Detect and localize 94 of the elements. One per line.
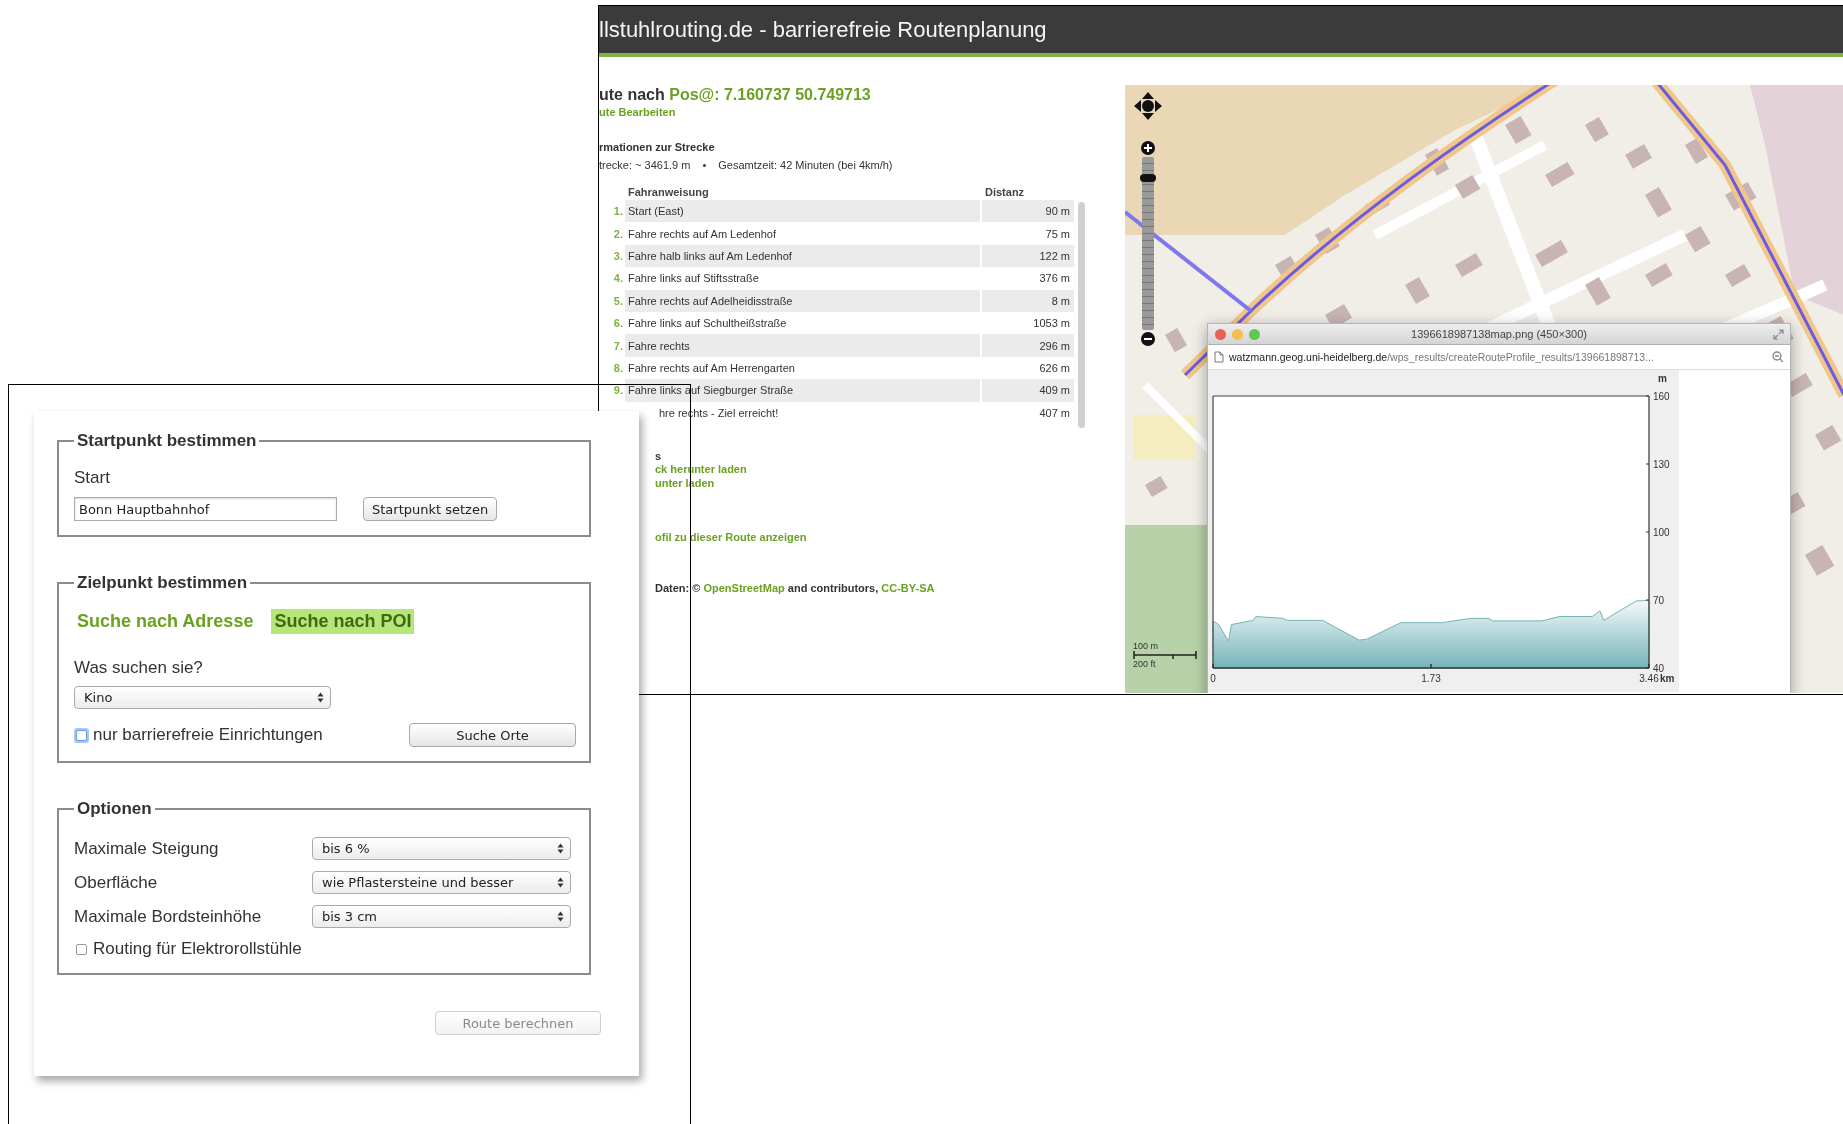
table-cell: Fahre rechts auf Adelheidisstraße	[625, 289, 980, 312]
scale-bar-icon	[1133, 651, 1197, 659]
axis-label: 1.73	[1421, 673, 1441, 684]
attribution-text: Daten: © OpenStreetMap and contributors, CC-BY-SA	[655, 582, 935, 594]
pan-arrows-icon[interactable]	[1133, 91, 1163, 121]
table-cell: 409 m	[982, 379, 1074, 402]
axis-label: 100	[1653, 527, 1670, 538]
table-cell-text: 626 m	[1038, 360, 1071, 376]
bullet: •	[702, 159, 707, 171]
document-icon	[1214, 351, 1224, 363]
table-cell: Start (East)	[625, 200, 980, 223]
axis-title: m	[1658, 373, 1667, 384]
page-title: llstuhlrouting.de - barrierefreie Routenplanung	[599, 16, 1047, 43]
axis-title: km	[1660, 673, 1675, 684]
search-tab[interactable]: Suche nach Adresse	[74, 609, 257, 634]
license-link[interactable]: CC-BY-SA	[881, 582, 935, 594]
step-number: 7.	[612, 338, 623, 354]
table-cell-text: 376 m	[1038, 271, 1071, 287]
table-cell-text: Fahre links auf Schultheißstraße	[627, 316, 788, 332]
zoom-out-icon[interactable]	[1141, 332, 1155, 346]
table-cell-text: Fahre rechts auf Am Herrengarten	[627, 360, 796, 376]
table-cell-text: Fahre rechts auf Am Ledenhof	[627, 226, 777, 242]
axis-label: 3.46	[1639, 673, 1659, 684]
column-header: Fahranweisung	[627, 184, 710, 200]
table-cell: Fahre rechts	[625, 334, 980, 357]
updown-arrows-icon	[317, 692, 324, 703]
slider-thumb[interactable]	[1140, 173, 1156, 182]
building	[1455, 175, 1481, 199]
scrollbar[interactable]	[1078, 202, 1085, 428]
section-heading: s	[655, 450, 662, 462]
step-number: 2.	[612, 226, 623, 242]
building	[1275, 256, 1298, 278]
route-stat: Gesamtzeit: 42 Minuten (bei 4km/h)	[718, 159, 893, 171]
close-button[interactable]	[1215, 328, 1226, 340]
table-cell: 90 m	[982, 200, 1074, 223]
step-number: 4.	[612, 271, 623, 287]
table-cell-text: 1053 m	[1032, 316, 1071, 332]
field-label: Start	[74, 468, 111, 488]
updown-arrows-icon	[557, 877, 564, 888]
osm-link[interactable]: OpenStreetMap	[703, 582, 785, 594]
updown-arrows-icon	[557, 843, 564, 854]
dropdown[interactable]: Kino	[74, 686, 331, 709]
table-cell: 8 m	[982, 289, 1074, 312]
checkbox[interactable]	[76, 943, 87, 955]
table-cell: 296 m	[982, 334, 1074, 357]
column-header: Distanz	[984, 184, 1026, 200]
search-icon[interactable]	[1772, 351, 1784, 363]
section-title: Zielpunkt bestimmen	[76, 573, 249, 593]
step-number: 9.	[612, 383, 623, 399]
start-field[interactable]: Bonn Hauptbahnhof	[74, 497, 337, 521]
dropdown[interactable]: wie Pflastersteine und besser	[312, 871, 571, 894]
axis-label: 70	[1653, 595, 1665, 606]
table-cell: Fahre halb links auf Am Ledenhof	[625, 244, 980, 268]
axis-label: 40	[1653, 663, 1665, 674]
option-label: Maximale Steigung	[74, 838, 220, 859]
updown-arrows-icon	[557, 911, 564, 922]
zoom-in-icon[interactable]	[1141, 141, 1155, 155]
section-title: Startpunkt bestimmen	[76, 431, 258, 451]
table-cell-text: 407 m	[1038, 405, 1071, 421]
dropdown[interactable]: bis 3 cm	[312, 905, 571, 928]
parking-area	[1133, 415, 1195, 460]
search-tab[interactable]: Suche nach POI	[271, 609, 415, 634]
axis-label: 130	[1653, 459, 1670, 470]
option-label: Oberfläche	[74, 872, 159, 893]
section-title: Optionen	[76, 799, 153, 819]
edit-route-link[interactable]: ute Bearbeiten	[599, 105, 676, 119]
table-cell-text: 75 m	[1044, 226, 1071, 242]
search-places-button[interactable]: Suche Orte	[409, 723, 576, 747]
step-number: 8.	[612, 360, 623, 376]
route-stat: trecke: ~ 3461.9 m	[599, 159, 691, 171]
scale-label: 100 m	[1133, 641, 1158, 651]
step-number: 6.	[612, 316, 623, 332]
url-text: watzmann.geog.uni-heidelberg.de/wps_results/createRouteProfile_results/139661898713...	[1229, 351, 1654, 363]
axis-label: 160	[1653, 391, 1670, 402]
axis-label: 0	[1210, 673, 1216, 684]
step-number: 3.	[612, 248, 623, 264]
step-number: 1.	[612, 204, 623, 220]
option-label: Maximale Bordsteinhöhe	[74, 906, 263, 927]
expand-icon[interactable]	[1773, 328, 1784, 340]
table-cell-text: Fahre links auf Stiftsstraße	[627, 271, 760, 287]
checkbox-label: nur barrierefreie Einrichtungen	[93, 725, 323, 745]
table-cell: 122 m	[982, 244, 1074, 268]
field-label: Was suchen sie?	[74, 658, 204, 678]
checkbox-label: Routing für Elektrorollstühle	[93, 939, 302, 959]
dropdown[interactable]: bis 6 %	[312, 837, 571, 860]
zoom-button[interactable]	[1249, 328, 1260, 340]
set-start-button[interactable]: Startpunkt setzen	[363, 497, 498, 521]
zoom-slider[interactable]	[1142, 157, 1154, 330]
step-number: 5.	[612, 293, 623, 309]
scale-label: 200 ft	[1133, 659, 1156, 669]
info-heading: rmationen zur Strecke	[599, 141, 715, 153]
route-heading: ute nach Pos@: 7.160737 50.749713	[599, 85, 871, 105]
window-title: 1396618987138map.png (450×300)	[1411, 328, 1587, 340]
profile-link[interactable]: ofil zu dieser Route anzeigen	[655, 530, 807, 544]
